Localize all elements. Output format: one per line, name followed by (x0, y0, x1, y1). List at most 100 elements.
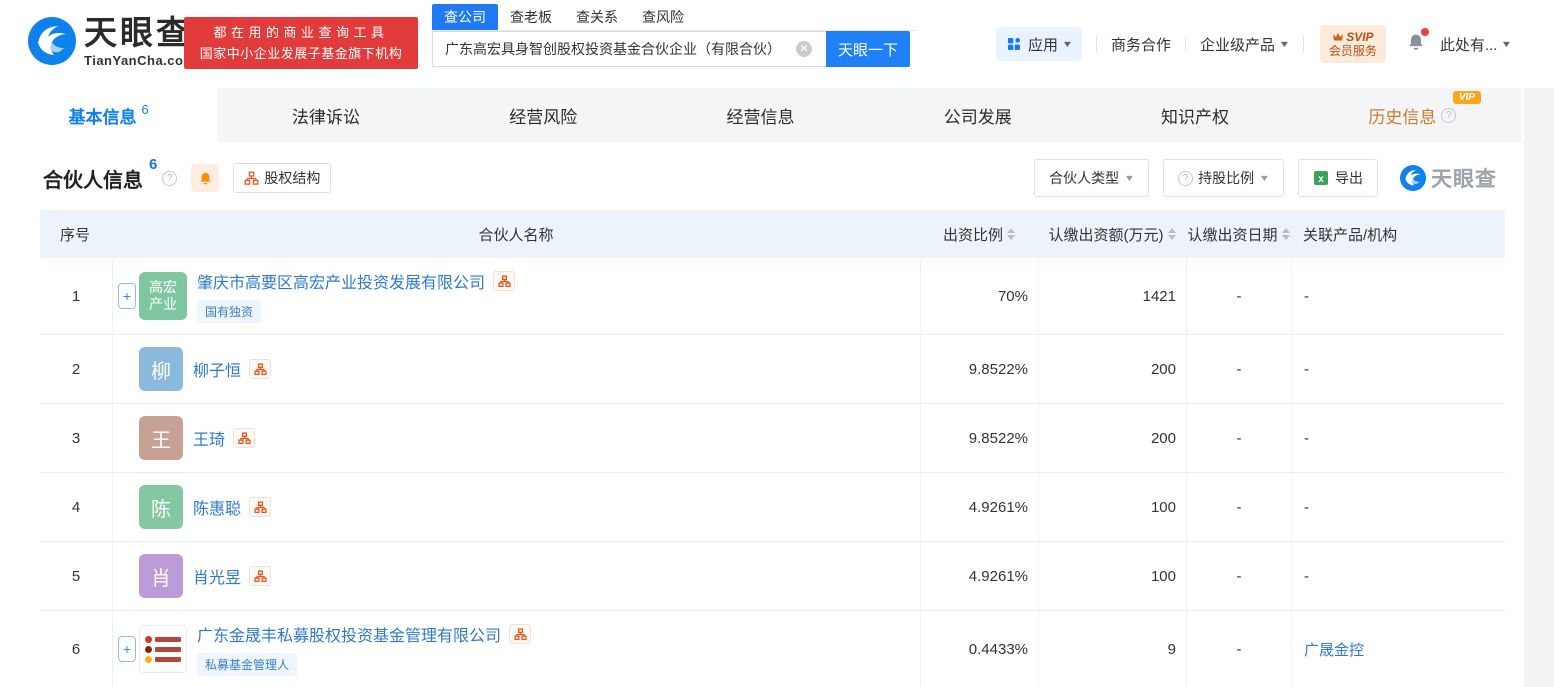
avatar: 肖 (139, 554, 183, 598)
chevron-down-icon: ▼ (1501, 39, 1513, 49)
sort-asc-icon (1167, 224, 1176, 233)
amount-cell: 200 (1038, 335, 1186, 403)
equity-structure-icon[interactable] (493, 271, 516, 291)
tab-法律诉讼[interactable]: 法律诉讼 (217, 88, 434, 142)
equity-structure-button[interactable]: 股权结构 (233, 163, 332, 193)
top-header: 天眼查 TianYanCha.com 都在用的商业查询工具 国家中小企业发展子基… (0, 0, 1554, 88)
partner-name-link[interactable]: 肖光昱 (193, 564, 241, 588)
tab-经营风险[interactable]: 经营风险 (435, 88, 652, 142)
org-chart-icon (244, 171, 259, 185)
search-type-tabs: 查公司 查老板 查关系 查风险 (432, 4, 918, 30)
partner-name-link[interactable]: 陈惠聪 (193, 495, 241, 519)
row-seq: 1 (71, 287, 81, 305)
notifications-button[interactable] (1406, 27, 1429, 57)
vip-badge: VIP (1452, 91, 1481, 104)
section-title: 合伙人信息 (43, 169, 143, 192)
crown-icon (1333, 33, 1344, 41)
divider (1302, 36, 1304, 52)
sort-icon[interactable] (1007, 224, 1015, 244)
column-label: 认缴出资额(万元) (1048, 226, 1164, 244)
search-tab-查关系[interactable]: 查关系 (564, 4, 630, 30)
table-body: 1 + 高宏 产业 肇庆市高要区高宏产业投资发展有限公司 国有独资 70% 1421- -2 柳柳… (40, 258, 1505, 687)
tab-公司发展[interactable]: 公司发展 (869, 88, 1086, 142)
brand-name: 天眼查 (84, 14, 192, 51)
partner-name-wrap: 王琦 (193, 426, 256, 450)
partner-name-line: 柳子恒 (193, 357, 272, 381)
equity-structure-icon[interactable] (233, 428, 256, 448)
partner-name-cell: 肖肖光昱 (112, 542, 920, 610)
holding-ratio-filter[interactable]: ? 持股比例 ▼ (1163, 159, 1284, 197)
related-value: - (1304, 429, 1309, 447)
partner-name-link[interactable]: 广东金晟丰私募股权投资基金管理有限公司 (197, 622, 501, 646)
export-button[interactable]: x 导出 (1298, 159, 1378, 197)
amount-cell: 200 (1038, 404, 1186, 472)
tianyancha-watermark: 天眼查 (1400, 163, 1497, 193)
row-seq: 2 (71, 360, 81, 378)
partner-type-filter[interactable]: 合伙人类型 ▼ (1034, 159, 1150, 197)
partner-name-link[interactable]: 王琦 (193, 426, 225, 450)
logo-text-bar (155, 656, 181, 662)
date-cell: - (1186, 404, 1291, 472)
table-row: 4 陈陈惠聪 4.9261% 100- - (40, 473, 1505, 542)
apps-menu[interactable]: 应用 ▼ (996, 27, 1082, 61)
business-cooperation-link[interactable]: 商务合作 (1111, 34, 1171, 55)
ratio-cell: 70% (920, 258, 1038, 334)
logo-dot (145, 645, 152, 653)
svip-member-button[interactable]: SVIP 会员服务 (1319, 25, 1386, 63)
avatar: 陈 (139, 485, 183, 529)
main-content: 合伙人信息 6 ? 股权结构 合伙人类型 ▼ ? 持股比例 ▼ x 导出 天眼查… (0, 142, 1524, 687)
chevron-down-icon: ▼ (1123, 173, 1136, 183)
search-tab-查风险[interactable]: 查风险 (630, 4, 696, 30)
clear-search-icon[interactable]: ✕ (796, 41, 812, 57)
ratio-cell: 0.4433% (920, 611, 1038, 687)
partner-name-cell: + 高宏 产业 肇庆市高要区高宏产业投资发展有限公司 国有独资 (112, 258, 920, 334)
column-header-合伙人名称: 合伙人名称 (112, 224, 920, 245)
partner-name-wrap: 柳子恒 (193, 357, 272, 381)
table-row: 6 + 广东金晟丰私募股权投资基金管理有限公司 私募基金管理人 0.4433% 9- 广晟金… (40, 611, 1505, 687)
sort-icon[interactable] (1167, 224, 1176, 244)
search-button[interactable]: 天眼一下 (826, 31, 910, 67)
search-block: 查公司查老板查关系查风险 ✕ 天眼一下 (432, 4, 918, 67)
partner-name-link[interactable]: 柳子恒 (193, 357, 241, 381)
expand-button[interactable]: + (118, 636, 136, 662)
equity-structure-icon[interactable] (249, 497, 272, 517)
partners-section-header: 合伙人信息 6 ? 股权结构 合伙人类型 ▼ ? 持股比例 ▼ x 导出 天眼查 (43, 156, 1497, 200)
partner-name-line: 肇庆市高要区高宏产业投资发展有限公司 (197, 269, 516, 293)
related-value: - (1304, 498, 1309, 516)
sort-icon[interactable] (1281, 224, 1290, 244)
tab-基本信息[interactable]: 基本信息 6 (0, 88, 218, 142)
tab-经营信息[interactable]: 经营信息 (652, 88, 869, 142)
column-header-关联产品/机构: 关联产品/机构 (1291, 224, 1505, 245)
related-cell: - (1291, 473, 1505, 541)
avatar: 柳 (139, 347, 183, 391)
equity-structure-icon[interactable] (249, 566, 272, 586)
help-icon[interactable]: ? (162, 170, 178, 186)
scrollbar-track[interactable] (1524, 88, 1554, 687)
ratio-cell: 4.9261% (920, 542, 1038, 610)
partner-name-line: 肖光昱 (193, 564, 272, 588)
brand-block[interactable]: 天眼查 TianYanCha.com (84, 14, 196, 68)
partner-name-link[interactable]: 肇庆市高要区高宏产业投资发展有限公司 (197, 269, 485, 293)
enterprise-products-link[interactable]: 企业级产品 (1200, 34, 1275, 55)
amount-cell: 9 (1038, 611, 1186, 687)
subscribe-bell-button[interactable] (191, 164, 220, 192)
tab-历史信息[interactable]: 历史信息? VIP (1304, 88, 1521, 142)
search-tab-查老板[interactable]: 查老板 (498, 4, 564, 30)
related-value: - (1304, 287, 1309, 305)
divider (1184, 36, 1186, 52)
avatar-text: 王 (151, 429, 171, 452)
equity-structure-icon[interactable] (509, 624, 532, 644)
related-product-link[interactable]: 广晟金控 (1304, 639, 1364, 660)
column-header-认缴出资日期: 认缴出资日期 (1186, 224, 1291, 245)
search-tab-查公司[interactable]: 查公司 (432, 4, 498, 30)
tab-label: 历史信息 (1368, 107, 1437, 127)
row-seq: 3 (71, 429, 81, 447)
tab-知识产权[interactable]: 知识产权 (1086, 88, 1303, 142)
ratio-cell: 4.9261% (920, 473, 1038, 541)
user-menu[interactable]: 此处有... ▼ (1440, 34, 1513, 55)
amount-cell: 100 (1038, 473, 1186, 541)
search-input[interactable] (432, 31, 826, 67)
expand-button[interactable]: + (118, 283, 136, 309)
equity-structure-icon[interactable] (249, 359, 272, 379)
partner-tag: 国有独资 (197, 300, 262, 323)
